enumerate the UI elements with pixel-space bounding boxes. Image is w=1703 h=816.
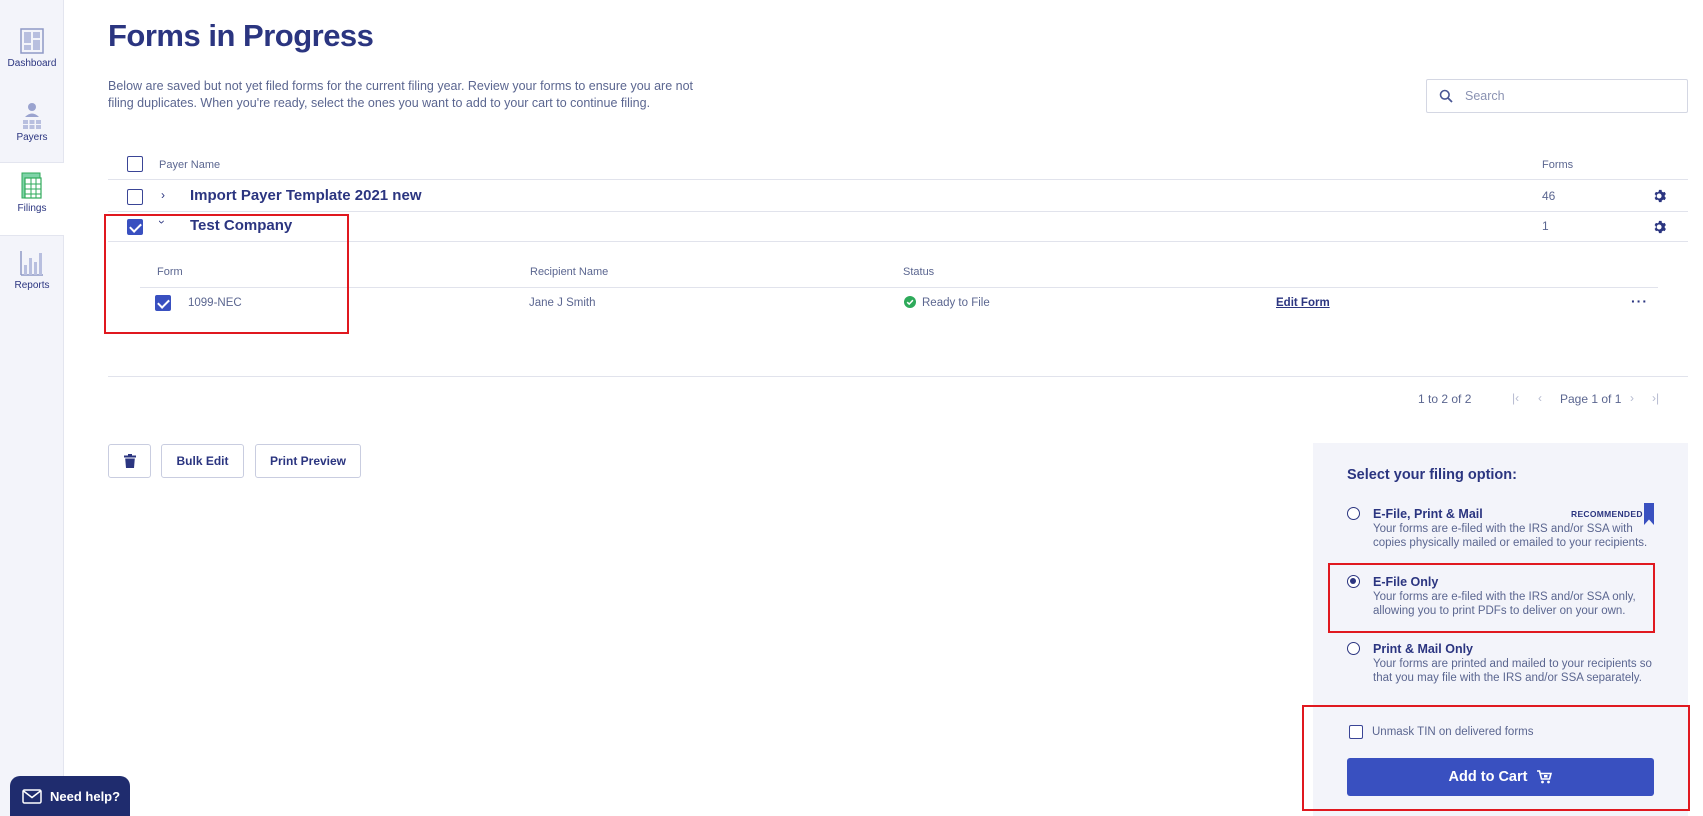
option-title[interactable]: Print & Mail Only: [1373, 642, 1473, 656]
sidebar-item-filings[interactable]: Filings: [0, 162, 64, 236]
status-text: Ready to File: [922, 297, 990, 309]
gear-icon[interactable]: [1653, 189, 1667, 203]
mail-icon: [22, 788, 42, 804]
last-page-icon[interactable]: ›|: [1652, 391, 1659, 405]
edit-form-link[interactable]: Edit Form: [1276, 297, 1330, 309]
add-to-cart-button[interactable]: Add to Cart: [1347, 758, 1654, 796]
column-header-recipient-name[interactable]: Recipient Name: [530, 266, 608, 278]
payers-icon: [23, 103, 41, 129]
reports-icon: [20, 251, 43, 276]
sidebar-item-payers[interactable]: Payers: [0, 92, 64, 166]
forms-count: 46: [1542, 189, 1556, 203]
divider: [140, 287, 1658, 288]
option-title[interactable]: E-File, Print & Mail: [1373, 507, 1483, 521]
search-input[interactable]: [1465, 89, 1665, 103]
unmask-tin-label[interactable]: Unmask TIN on delivered forms: [1372, 726, 1533, 738]
need-help-button[interactable]: Need help?: [10, 776, 130, 816]
sidebar: Dashboard Payers Filings Reports: [0, 0, 64, 816]
column-header-status[interactable]: Status: [903, 266, 934, 278]
add-to-cart-label: Add to Cart: [1448, 769, 1528, 785]
next-page-icon[interactable]: ›: [1630, 391, 1634, 405]
form-checkbox[interactable]: [155, 295, 171, 311]
page-title: Forms in Progress: [108, 18, 374, 53]
recipient-name: Jane J Smith: [529, 297, 596, 309]
form-type: 1099-NEC: [188, 297, 242, 309]
dashboard-icon: [20, 28, 44, 54]
row-checkbox[interactable]: [127, 189, 143, 205]
gear-icon[interactable]: [1653, 220, 1667, 234]
efile-only-radio[interactable]: [1347, 575, 1360, 588]
bulk-edit-button[interactable]: Bulk Edit: [161, 444, 244, 478]
check-circle-icon: [904, 296, 916, 308]
payer-name[interactable]: Import Payer Template 2021 new: [190, 187, 421, 204]
divider: [108, 376, 1688, 377]
sidebar-item-label: Filings: [17, 203, 47, 214]
sidebar-item-dashboard[interactable]: Dashboard: [0, 18, 64, 92]
filings-icon: [21, 172, 42, 199]
delete-button[interactable]: [108, 444, 151, 478]
first-page-icon[interactable]: |‹: [1512, 391, 1519, 405]
pagination-page: Page 1 of 1: [1560, 392, 1622, 406]
unmask-tin-checkbox[interactable]: [1349, 725, 1363, 739]
column-header-forms[interactable]: Forms: [1542, 159, 1573, 171]
efile-print-mail-radio[interactable]: [1347, 507, 1360, 520]
forms-count: 1: [1542, 219, 1549, 233]
sidebar-item-label: Payers: [16, 132, 48, 143]
divider: [108, 179, 1688, 180]
option-description: Your forms are e-filed with the IRS and/…: [1373, 591, 1636, 617]
divider: [108, 241, 1688, 242]
option-description: Your forms are e-filed with the IRS and/…: [1373, 523, 1648, 549]
search-box: [1426, 79, 1688, 113]
chevron-down-icon[interactable]: ›: [155, 220, 169, 224]
sidebar-item-reports[interactable]: Reports: [0, 240, 64, 314]
recommended-badge: RECOMMENDED: [1571, 509, 1643, 519]
select-all-checkbox[interactable]: [127, 156, 143, 172]
sidebar-item-label: Reports: [14, 280, 50, 291]
pagination-range: 1 to 2 of 2: [1418, 392, 1472, 406]
filing-options-title: Select your filing option:: [1347, 467, 1517, 483]
divider: [108, 211, 1688, 212]
option-title[interactable]: E-File Only: [1373, 575, 1438, 589]
payer-name[interactable]: Test Company: [190, 217, 292, 234]
more-options-icon[interactable]: ···: [1631, 293, 1648, 309]
search-icon: [1439, 89, 1453, 103]
page-description: Below are saved but not yet filed forms …: [108, 79, 694, 110]
cart-icon: [1537, 770, 1553, 784]
previous-page-icon[interactable]: ‹: [1538, 391, 1542, 405]
column-header-form[interactable]: Form: [157, 266, 183, 278]
column-header-payer-name[interactable]: Payer Name: [159, 159, 220, 171]
print-mail-only-radio[interactable]: [1347, 642, 1360, 655]
trash-icon: [123, 454, 136, 468]
row-checkbox[interactable]: [127, 219, 143, 235]
option-description: Your forms are printed and mailed to you…: [1373, 658, 1652, 684]
print-preview-button[interactable]: Print Preview: [255, 444, 361, 478]
chevron-right-icon[interactable]: ›: [161, 188, 165, 202]
need-help-label: Need help?: [50, 788, 121, 804]
sidebar-item-label: Dashboard: [7, 58, 57, 69]
